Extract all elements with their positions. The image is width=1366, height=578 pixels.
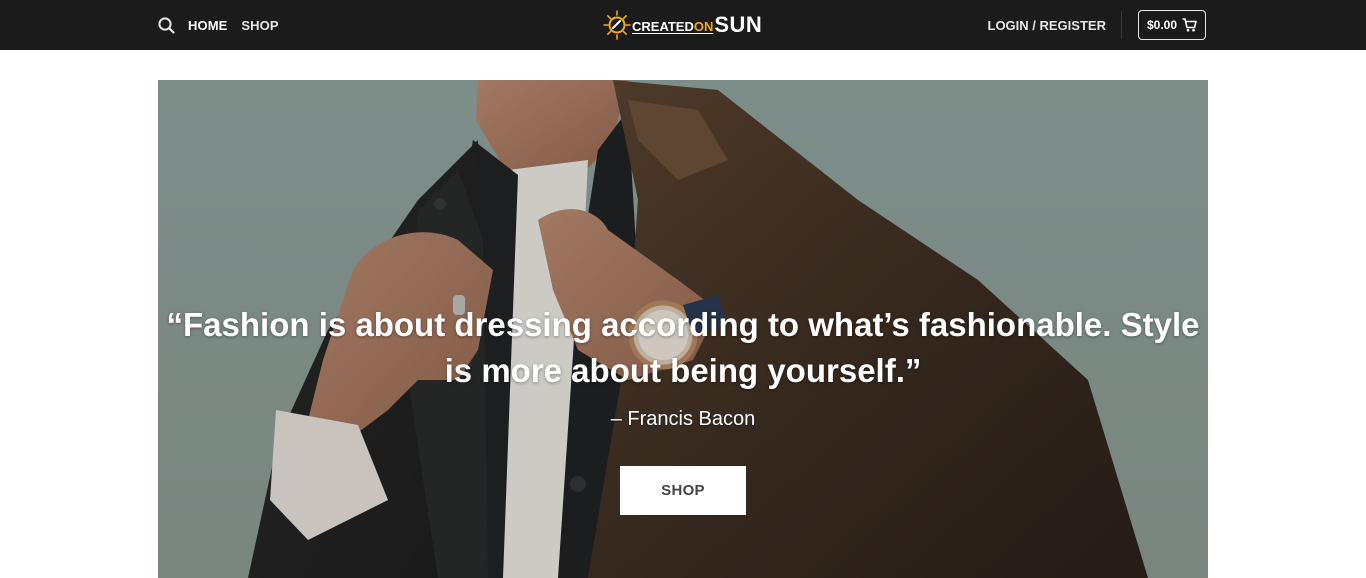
logo-text-on: ON	[693, 19, 714, 34]
main-nav: HOME SHOP	[157, 0, 293, 50]
account-nav: LOGIN / REGISTER $0.00	[988, 0, 1206, 50]
logo-text-created: CREATED	[632, 19, 694, 34]
hero-shop-button[interactable]: SHOP	[620, 466, 746, 515]
logo-text-sun: SUN	[714, 12, 763, 37]
search-icon[interactable]	[157, 16, 175, 34]
hero-quote-author: – Francis Bacon	[610, 408, 756, 430]
login-register-link[interactable]: LOGIN / REGISTER	[988, 18, 1106, 33]
cart-button[interactable]: $0.00	[1137, 10, 1206, 40]
site-header: HOME SHOP CREATEDON SUN LOGIN / REGISTER	[0, 0, 1366, 50]
sun-logo-icon	[603, 10, 631, 40]
cart-icon	[1182, 18, 1197, 32]
nav-shop-link[interactable]: SHOP	[241, 18, 278, 33]
site-logo[interactable]: CREATEDON SUN	[603, 8, 762, 42]
cart-total: $0.00	[1146, 18, 1177, 32]
nav-divider	[1120, 11, 1122, 39]
hero-banner: “Fashion is about dressing according to …	[158, 80, 1208, 578]
hero-quote: “Fashion is about dressing according to …	[166, 306, 1200, 389]
logo-text: CREATEDON	[632, 19, 713, 34]
nav-home-link[interactable]: HOME	[188, 18, 227, 33]
